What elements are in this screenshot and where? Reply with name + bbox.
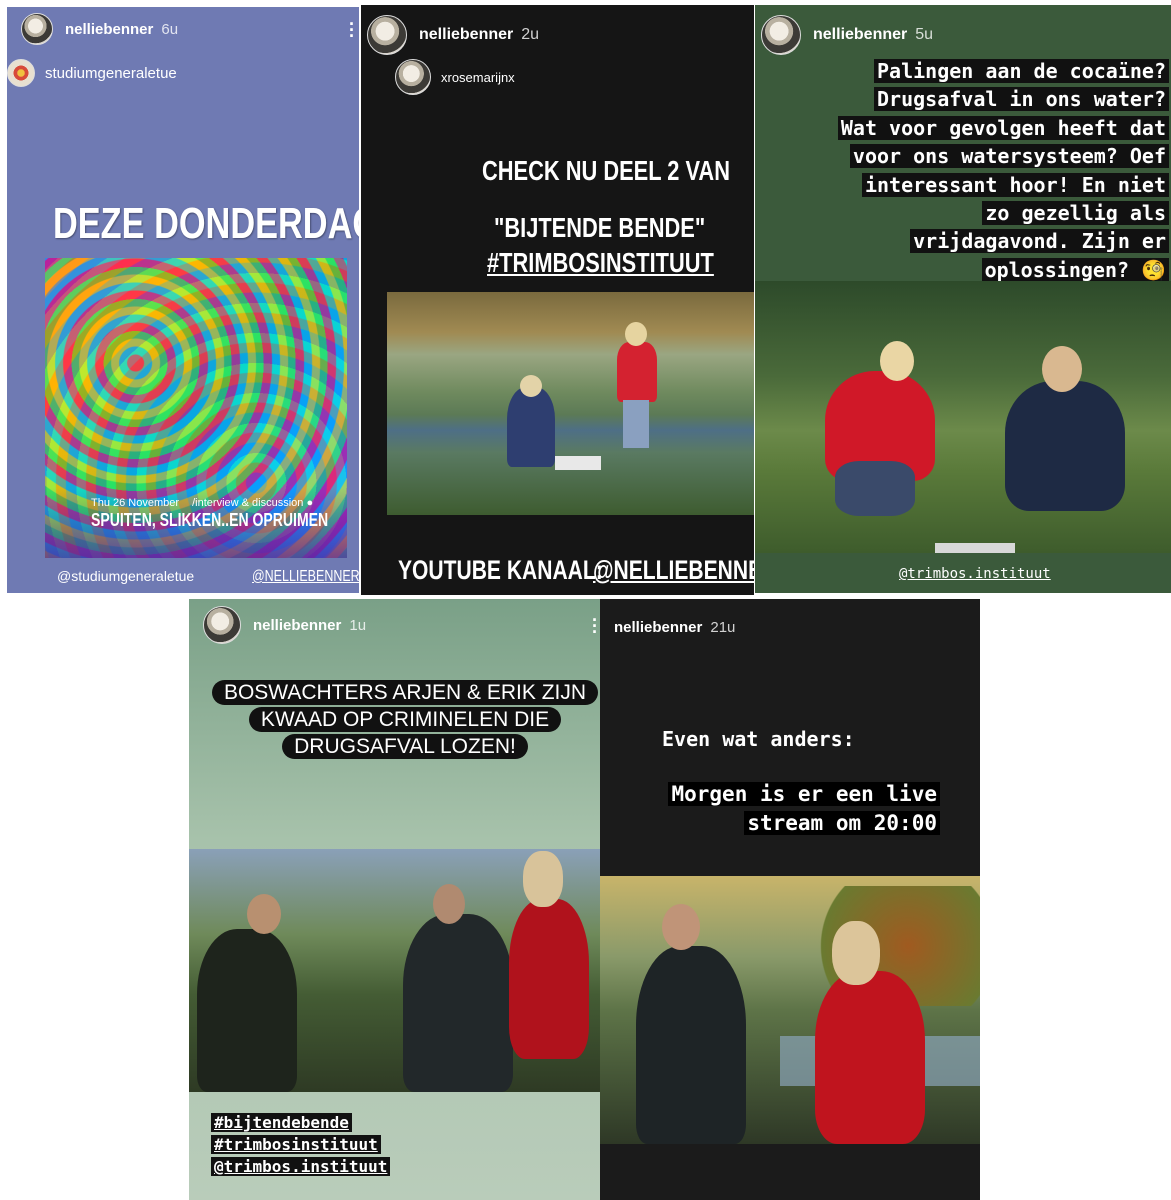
caption-line: zo gezellig als [982,201,1169,226]
headline: DEZE DONDERDAG! [53,199,359,248]
username[interactable]: nelliebenner [419,26,513,44]
hashtag-link[interactable]: #trimbosinstituut [211,1135,381,1154]
caption-line: voor ons watersysteem? Oef [849,144,1169,169]
story-2: nelliebenner 2u xrosemarijnx CHECK NU DE… [361,5,754,595]
story-text-line-1: Even wat anders: [662,727,855,751]
story-1: nelliebenner 6u · · · studiumgeneraletue D… [7,7,359,593]
profile-avatar[interactable] [21,13,53,45]
poster-type: /interview & discussion [192,497,304,509]
caption-line: vrijdagavond. Zijn er [910,229,1169,254]
caption-line: Palingen aan de cocaïne? [874,59,1169,83]
username[interactable]: nelliebenner [813,26,907,44]
story-text-line-3: stream om 20:00 [744,811,940,835]
field-photo [387,292,754,515]
park-photo [600,876,980,1144]
more-vertical-icon[interactable]: · · · [592,611,598,641]
event-poster-image: Thu 26 November /interview & discussion … [45,258,347,558]
post-time: 1u [349,616,367,634]
caption-line: interessant hoor! En niet [861,172,1169,197]
post-time: 6u [161,20,179,38]
footer-label: YOUTUBE KANAAL: [398,555,603,585]
more-vertical-icon[interactable]: · · · [349,15,355,45]
poster-date: Thu 26 November [91,497,180,509]
story-header: nelliebenner 6u [21,13,178,45]
username[interactable]: nelliebenner [65,21,153,38]
caption-line: BOSWACHTERS ARJEN & ERIK ZIJN [211,680,599,705]
caption: Palingen aan de cocaïne? Drugsafval in o… [837,57,1169,284]
repost-header: studiumgeneraletue [7,59,177,87]
forest-photo [755,281,1171,553]
story-text-line-1: CHECK NU DEEL 2 VAN [482,155,730,186]
caption-line: KWAAD OP CRIMINELEN DIE [248,707,562,732]
tag-link[interactable]: @trimbos.instituut [899,566,1051,582]
story-header: nelliebenner 2u [367,15,539,55]
repost-header: xrosemarijnx [395,59,515,95]
hashtags: #bijtendebende #trimbosinstituut @trimbo… [211,1112,391,1178]
speech-bubble-icon: ● [306,497,314,509]
story-3: nelliebenner 5u Palingen aan de cocaïne?… [755,5,1171,593]
caption-line: Drugsafval in ons water? [874,87,1169,112]
repost-account[interactable]: studiumgeneraletue [45,65,177,82]
story-text-line-2: Morgen is er een live [668,782,940,806]
username[interactable]: nelliebenner [253,617,341,634]
post-time: 21u [710,619,736,636]
caption-line: DRUGSAFVAL LOZEN! [282,734,528,759]
story-text-line-2: "BIJTENDE BENDE" [494,212,706,243]
profile-avatar[interactable] [761,15,801,55]
caption: BOSWACHTERS ARJEN & ERIK ZIJN KWAAD OP C… [189,679,600,760]
repost-avatar-icon [7,59,35,87]
story-5: nelliebenner 21u Even wat anders: Morgen… [600,599,980,1200]
mention-link[interactable]: @trimbos.instituut [211,1157,391,1176]
poster-title: SPUITEN, SLIKKEN..EN OPRUIMEN [91,510,329,530]
tag-left[interactable]: @studiumgeneraletue [57,568,194,584]
post-time: 2u [521,26,540,43]
profile-avatar[interactable] [203,606,241,644]
tag-right[interactable]: @NELLIEBENNER [252,568,359,586]
username[interactable]: nelliebenner [614,619,702,636]
rangers-photo [189,849,600,1092]
repost-account[interactable]: xrosemarijnx [441,70,515,85]
profile-avatar[interactable] [367,15,407,55]
hashtag-link[interactable]: #TRIMBOSINSTITUUT [487,247,714,279]
post-time: 5u [915,26,934,43]
caption-line: Wat voor gevolgen heeft dat [837,115,1169,140]
story-header: nelliebenner 21u [614,619,735,636]
hashtag-link[interactable]: #bijtendebende [211,1113,352,1132]
story-4: nelliebenner 1u · · · BOSWACHTERS ARJEN & … [189,599,600,1200]
repost-avatar-icon [395,59,431,95]
story-header: nelliebenner 1u [203,606,366,644]
caption-line: oplossingen? 🧐 [981,257,1169,282]
story-header: nelliebenner 5u [761,15,933,55]
footer-handle[interactable]: @NELLIEBENNER [593,555,754,586]
live-announcement: Morgen is er een live stream om 20:00 [668,780,940,838]
